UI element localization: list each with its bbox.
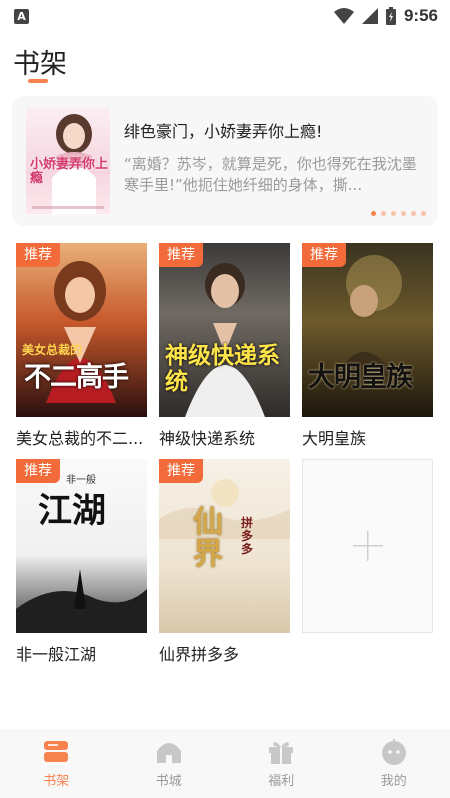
banner-cover-title: 小娇妻弄你上瘾 [30, 157, 109, 186]
pagination-dot[interactable] [371, 211, 376, 216]
book-card[interactable]: 推荐 大明皇族 大明皇族 [302, 243, 433, 449]
featured-banner[interactable]: 小娇妻弄你上瘾 绯色豪门，小娇妻弄你上瘾! “离婚？苏岑，就算是死，你也得死在我… [12, 96, 438, 226]
cover-subtitle: 拼多多 [241, 516, 254, 556]
nav-item-bookshelf[interactable]: 书架 [0, 729, 113, 798]
wifi-icon [333, 8, 354, 24]
pagination-dot[interactable] [391, 211, 396, 216]
cover-title: 神级快递系统 [165, 343, 280, 395]
banner-title: 绯色豪门，小娇妻弄你上瘾! [124, 122, 323, 141]
notification-app-icon: A [14, 8, 29, 24]
nav-item-profile[interactable]: 我的 [338, 729, 450, 798]
cover-title: 大明皇族 [308, 362, 413, 393]
book-card[interactable]: 推荐 仙界 拼多多 仙界拼多多 [159, 459, 290, 665]
bottom-nav: 书架 书城 福利 我的 [0, 729, 450, 798]
book-cover: 推荐 非一般 江湖 [16, 459, 147, 633]
nav-item-welfare[interactable]: 福利 [225, 729, 338, 798]
book-card[interactable]: 推荐 美女总裁的 不二高手 美女总裁的不二... [16, 243, 147, 449]
pagination-dot[interactable] [421, 211, 426, 216]
clock: 9:56 [403, 6, 438, 25]
gift-icon [269, 742, 294, 764]
banner-description: “离婚？苏岑，就算是死，你也得死在我沈墨寒手里!”他扼住她纤细的身体，撕... [124, 155, 417, 194]
book-card[interactable]: 推荐 非一般 江湖 非一般江湖 [16, 459, 147, 665]
pagination-dot[interactable] [411, 211, 416, 216]
book-title: 仙界拼多多 [159, 645, 240, 664]
title-underline [28, 79, 48, 83]
battery-icon [385, 7, 396, 25]
profile-icon [381, 739, 406, 765]
cover-art [16, 569, 147, 633]
nav-label: 福利 [268, 774, 295, 789]
book-card[interactable]: 推荐 神级快递系统 神级快递系统 [159, 243, 290, 449]
book-cover: 推荐 美女总裁的 不二高手 [16, 243, 147, 417]
page-title: 书架 [13, 49, 67, 80]
book-cover: 推荐 大明皇族 [302, 243, 433, 417]
pagination-dot[interactable] [401, 211, 406, 216]
nav-label: 书城 [155, 774, 182, 789]
banner-pagination [371, 211, 426, 216]
nav-label: 我的 [380, 774, 407, 789]
plus-icon [352, 531, 383, 561]
nav-item-bookstore[interactable]: 书城 [113, 729, 226, 798]
recommend-tag: 推荐 [302, 243, 346, 267]
recommend-tag: 推荐 [16, 243, 60, 267]
book-title: 大明皇族 [302, 429, 367, 448]
book-cover: 推荐 神级快递系统 [159, 243, 290, 417]
add-book-button[interactable] [302, 459, 433, 633]
book-cover: 推荐 仙界 拼多多 [159, 459, 290, 633]
nav-label: 书架 [43, 774, 70, 789]
bookshelf-icon [44, 741, 69, 762]
cell-signal-icon [361, 8, 378, 24]
status-bar: A 9:56 [0, 0, 450, 32]
book-title: 神级快递系统 [159, 429, 256, 448]
bookstore-icon [156, 743, 181, 763]
book-title: 非一般江湖 [16, 645, 97, 664]
recommend-tag: 推荐 [159, 459, 203, 483]
cover-title: 不二高手 [24, 362, 129, 393]
banner-book-cover: 小娇妻弄你上瘾 [26, 108, 110, 214]
pagination-dot[interactable] [381, 211, 386, 216]
book-title: 美女总裁的不二... [16, 429, 144, 448]
cover-title: 仙界 [193, 505, 223, 572]
recommend-tag: 推荐 [159, 243, 203, 267]
recommend-tag: 推荐 [16, 459, 60, 483]
